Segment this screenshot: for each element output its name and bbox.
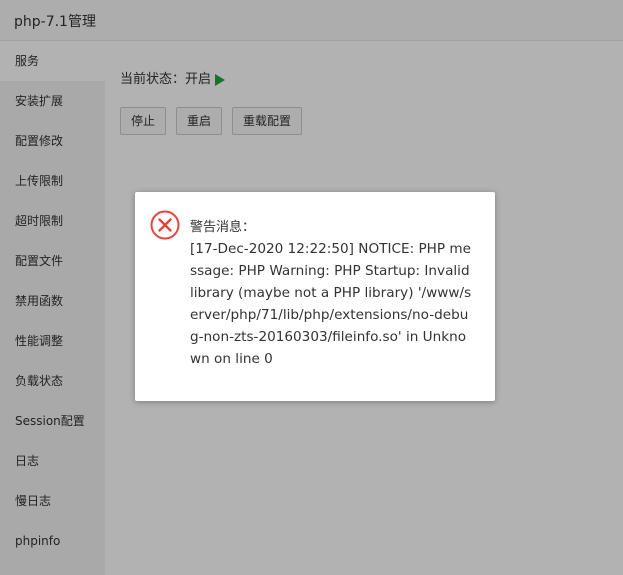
- warning-dialog: 警告消息： [17-Dec-2020 12:22:50] NOTICE: PHP…: [135, 192, 495, 401]
- dialog-title: 警告消息：: [190, 220, 256, 235]
- error-circle-icon: [150, 210, 180, 240]
- dialog-message: [17-Dec-2020 12:22:50] NOTICE: PHP messa…: [190, 241, 472, 367]
